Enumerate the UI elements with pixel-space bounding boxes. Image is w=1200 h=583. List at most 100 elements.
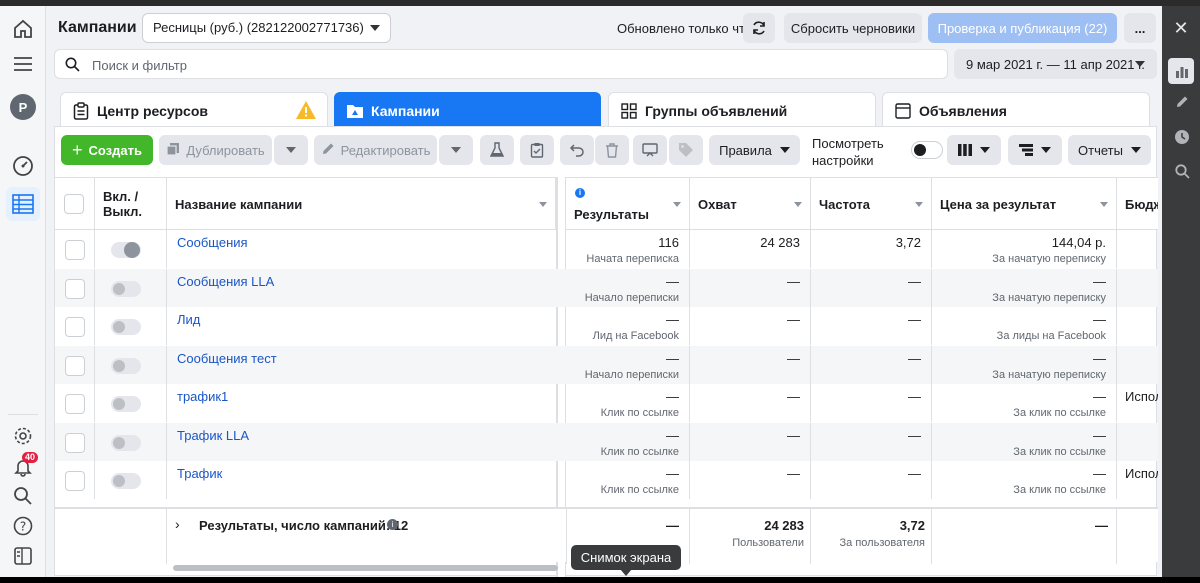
- ads-manager-table-icon[interactable]: [11, 192, 35, 216]
- column-header-cost[interactable]: Цена за результат: [932, 178, 1117, 230]
- table-row[interactable]: трафик1 — Клик по ссылке — — — За клик по ссыл…: [55, 384, 1158, 422]
- avatar[interactable]: P: [10, 94, 36, 120]
- campaign-toggle[interactable]: [111, 434, 141, 451]
- chevron-right-icon[interactable]: ›: [175, 516, 180, 532]
- row-checkbox[interactable]: [65, 317, 85, 337]
- rules-dropdown[interactable]: Правила: [709, 135, 800, 165]
- campaign-toggle[interactable]: [111, 242, 141, 258]
- info-icon[interactable]: i: [387, 519, 398, 530]
- column-header-toggle[interactable]: Вкл. / Выкл.: [95, 178, 167, 230]
- account-select[interactable]: Ресницы (руб.) (282122002771736): [142, 13, 391, 43]
- chevron-down-icon: [980, 147, 990, 153]
- cost-sub: За лиды на Facebook: [996, 330, 1106, 342]
- sort-icon: [539, 202, 547, 207]
- reach-value: —: [787, 350, 800, 366]
- tab-campaigns[interactable]: Кампании: [334, 92, 601, 128]
- settings-gear-icon[interactable]: [11, 424, 35, 448]
- chart-bars-icon[interactable]: [1170, 59, 1194, 83]
- table-row[interactable]: Сообщения тест — Начало переписки — — — За нач…: [55, 345, 1158, 384]
- breakdown-dropdown[interactable]: [1008, 135, 1062, 165]
- create-button[interactable]: + Создать: [61, 135, 153, 165]
- campaign-name-link[interactable]: Сообщения: [177, 235, 248, 250]
- row-checkbox[interactable]: [65, 355, 85, 376]
- row-checkbox[interactable]: [65, 240, 85, 260]
- row-checkbox[interactable]: [65, 394, 85, 414]
- close-icon[interactable]: ✕: [1162, 10, 1200, 46]
- campaign-name-link[interactable]: Лид: [177, 312, 200, 327]
- view-settings-toggle[interactable]: [911, 141, 943, 159]
- reach-value: 24 283: [760, 235, 800, 250]
- tab-label: Кампании: [371, 102, 440, 119]
- campaign-toggle[interactable]: [111, 357, 141, 374]
- tab-ad-sets[interactable]: Группы объявлений: [608, 92, 876, 128]
- clipboard-icon: [71, 101, 91, 121]
- tab-resource-center[interactable]: Центр ресурсов: [60, 92, 328, 128]
- tag-button[interactable]: [669, 135, 703, 165]
- search-icon[interactable]: [1170, 159, 1194, 183]
- column-header-results[interactable]: i Результаты: [566, 178, 690, 230]
- row-name-cell: Лид: [167, 307, 556, 345]
- info-icon: i: [575, 188, 585, 198]
- ab-test-button[interactable]: [480, 135, 514, 165]
- more-options-button[interactable]: ...: [1124, 13, 1156, 43]
- row-budget-cell: Испол: [1117, 384, 1158, 422]
- delete-button[interactable]: [595, 135, 629, 165]
- row-toggle-cell: [95, 230, 167, 268]
- row-checkbox[interactable]: [65, 278, 85, 299]
- review-publish-button[interactable]: Проверка и публикация (22): [928, 13, 1117, 43]
- campaign-toggle[interactable]: [111, 396, 141, 412]
- row-results-cell: — Клик по ссылке: [566, 461, 690, 499]
- table-row[interactable]: Сообщения LLA — Начало переписки — — — За нача…: [55, 268, 1158, 307]
- preview-button[interactable]: [633, 135, 667, 165]
- column-header-reach[interactable]: Охват: [690, 178, 811, 230]
- dashboard-gauge-icon[interactable]: [11, 154, 35, 178]
- pencil-icon[interactable]: [1170, 90, 1194, 114]
- search-filter-bar[interactable]: Поиск и фильтр: [54, 49, 948, 79]
- report-panel-icon[interactable]: [11, 544, 35, 568]
- edit-button[interactable]: Редактировать: [314, 135, 437, 165]
- columns-dropdown[interactable]: [947, 135, 1001, 165]
- row-reach-cell: —: [690, 384, 811, 422]
- campaign-toggle[interactable]: [111, 280, 141, 297]
- reset-drafts-button[interactable]: Сбросить черновики: [784, 13, 922, 43]
- duplicate-dropdown[interactable]: [274, 135, 308, 165]
- toggle-knob: [914, 144, 926, 156]
- campaign-name-link[interactable]: Трафик LLA: [177, 428, 249, 443]
- refresh-button[interactable]: [743, 13, 775, 43]
- row-checkbox[interactable]: [65, 471, 85, 491]
- reports-dropdown[interactable]: Отчеты: [1068, 135, 1151, 165]
- row-toggle-cell: [95, 345, 167, 384]
- table-row[interactable]: Трафик LLA — Клик по ссылке — — — За клик по с…: [55, 422, 1158, 461]
- summary-frequency: 3,72: [899, 518, 925, 533]
- campaign-name-link[interactable]: Трафик: [177, 466, 222, 481]
- tab-ads[interactable]: Объявления: [882, 92, 1150, 128]
- results-value: —: [666, 273, 679, 289]
- table-row[interactable]: Сообщения 116 Начата переписка 24 283 3,72 14…: [55, 230, 1158, 268]
- search-icon[interactable]: [11, 484, 35, 508]
- column-header-name[interactable]: Название кампании: [167, 178, 556, 230]
- campaign-toggle[interactable]: [111, 473, 141, 489]
- select-all-checkbox[interactable]: [64, 194, 84, 214]
- column-header-budget[interactable]: Бюдж: [1117, 178, 1158, 230]
- menu-icon[interactable]: [11, 52, 35, 76]
- row-name-cell: трафик1: [167, 384, 556, 422]
- campaign-name-link[interactable]: Сообщения тест: [177, 351, 277, 366]
- home-icon[interactable]: [11, 17, 35, 41]
- clipboard-button[interactable]: [520, 135, 554, 165]
- table-row[interactable]: Трафик — Клик по ссылке — — — За клик по ссылк…: [55, 461, 1158, 499]
- cost-sub: За клик по ссылке: [1013, 484, 1106, 496]
- help-icon[interactable]: ?: [11, 514, 35, 538]
- campaign-name-link[interactable]: трафик1: [177, 389, 228, 404]
- column-header-frequency[interactable]: Частота: [811, 178, 932, 230]
- results-sub: Начало переписки: [584, 291, 679, 304]
- row-checkbox[interactable]: [65, 432, 85, 453]
- edit-dropdown[interactable]: [439, 135, 473, 165]
- campaign-toggle[interactable]: [111, 319, 141, 335]
- horizontal-scrollbar[interactable]: [173, 565, 558, 571]
- campaign-name-link[interactable]: Сообщения LLA: [177, 274, 274, 289]
- clock-icon[interactable]: [1170, 125, 1194, 149]
- undo-button[interactable]: [560, 135, 594, 165]
- table-row[interactable]: Лид — Лид на Facebook — — — За лиды на Faceboo…: [55, 307, 1158, 345]
- duplicate-button[interactable]: Дублировать: [159, 135, 272, 165]
- date-range-picker[interactable]: 9 мар 2021 г. — 11 апр 2021 г.: [954, 49, 1157, 79]
